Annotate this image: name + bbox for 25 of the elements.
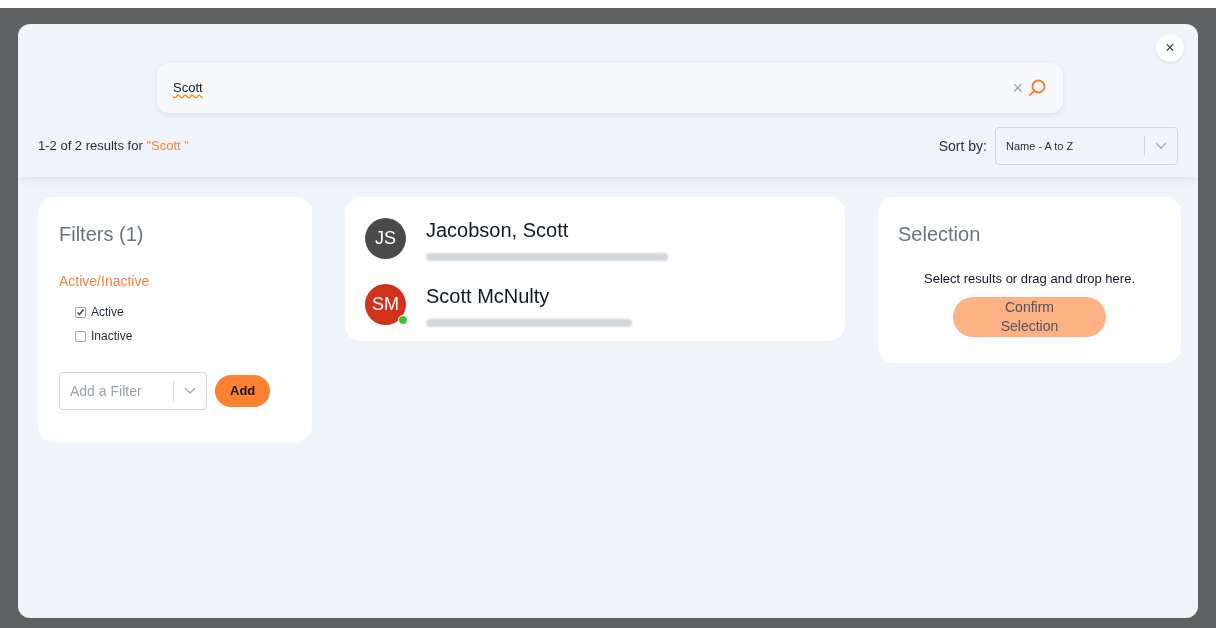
- sort-dropdown[interactable]: Name - A to Z: [995, 127, 1178, 165]
- filter-checkbox[interactable]: Active: [75, 300, 291, 324]
- selection-title: Selection: [898, 222, 982, 247]
- selection-hint: Select results or drag and drop here.: [923, 270, 1136, 288]
- checkbox[interactable]: [75, 330, 86, 342]
- checkbox[interactable]: [75, 306, 86, 318]
- sort-label: Sort by:: [938, 136, 987, 156]
- add-button[interactable]: Add: [215, 375, 271, 407]
- search-value: Scott: [173, 79, 204, 98]
- filter-checkbox[interactable]: Inactive: [75, 324, 291, 348]
- filters-title: Filters (1): [59, 222, 145, 247]
- result-name: Scott McNulty: [426, 284, 551, 309]
- chevron-down-icon: [1155, 142, 1167, 150]
- avatar: SM: [365, 284, 406, 325]
- result-item[interactable]: SM Scott McNulty: [365, 281, 825, 327]
- search-icon[interactable]: [1027, 78, 1047, 98]
- avatar: JS: [365, 218, 406, 259]
- result-item[interactable]: JS Jacobson, Scott: [365, 215, 825, 261]
- search-field[interactable]: Scott ×: [157, 63, 1063, 113]
- chevron-down-icon: [184, 387, 196, 395]
- result-name: Jacobson, Scott: [426, 218, 570, 243]
- filter-group-label: Active/Inactive: [59, 272, 151, 291]
- checkmark-icon: [76, 307, 85, 317]
- results-summary: 1-2 of 2 results for "Scott ": [38, 137, 189, 156]
- close-button[interactable]: ×: [1156, 34, 1184, 62]
